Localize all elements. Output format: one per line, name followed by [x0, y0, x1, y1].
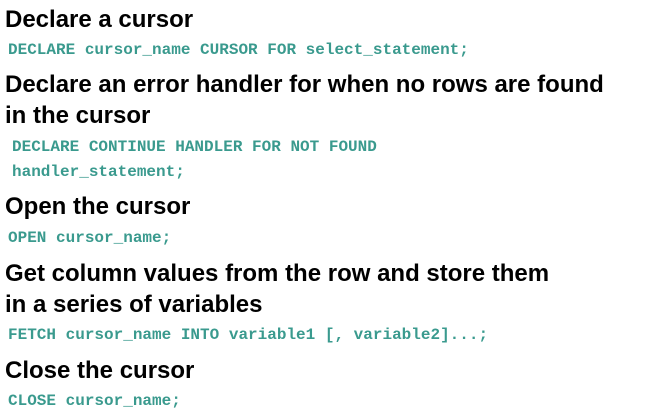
heading-error-handler-line2: in the cursor — [5, 102, 151, 129]
code-fetch: FETCH cursor_name INTO variable1 [, vari… — [8, 326, 489, 344]
heading-fetch-line1: Get column values from the row and store… — [5, 260, 550, 287]
heading-open-cursor: Open the cursor — [5, 193, 191, 220]
heading-close-cursor: Close the cursor — [5, 357, 195, 384]
heading-declare-cursor: Declare a cursor — [5, 6, 194, 33]
code-open-cursor: OPEN cursor_name; — [8, 229, 172, 247]
heading-fetch-line2: in a series of variables — [5, 291, 263, 318]
code-declare-cursor: DECLARE cursor_name CURSOR FOR select_st… — [8, 41, 469, 59]
code-error-handler-line2: handler_statement; — [12, 163, 185, 181]
code-close-cursor: CLOSE cursor_name; — [8, 392, 181, 410]
code-error-handler-line1: DECLARE CONTINUE HANDLER FOR NOT FOUND — [12, 138, 377, 156]
heading-error-handler-line1: Declare an error handler for when no row… — [5, 71, 604, 98]
slide: Declare a cursor DECLARE cursor_name CUR… — [0, 0, 662, 415]
